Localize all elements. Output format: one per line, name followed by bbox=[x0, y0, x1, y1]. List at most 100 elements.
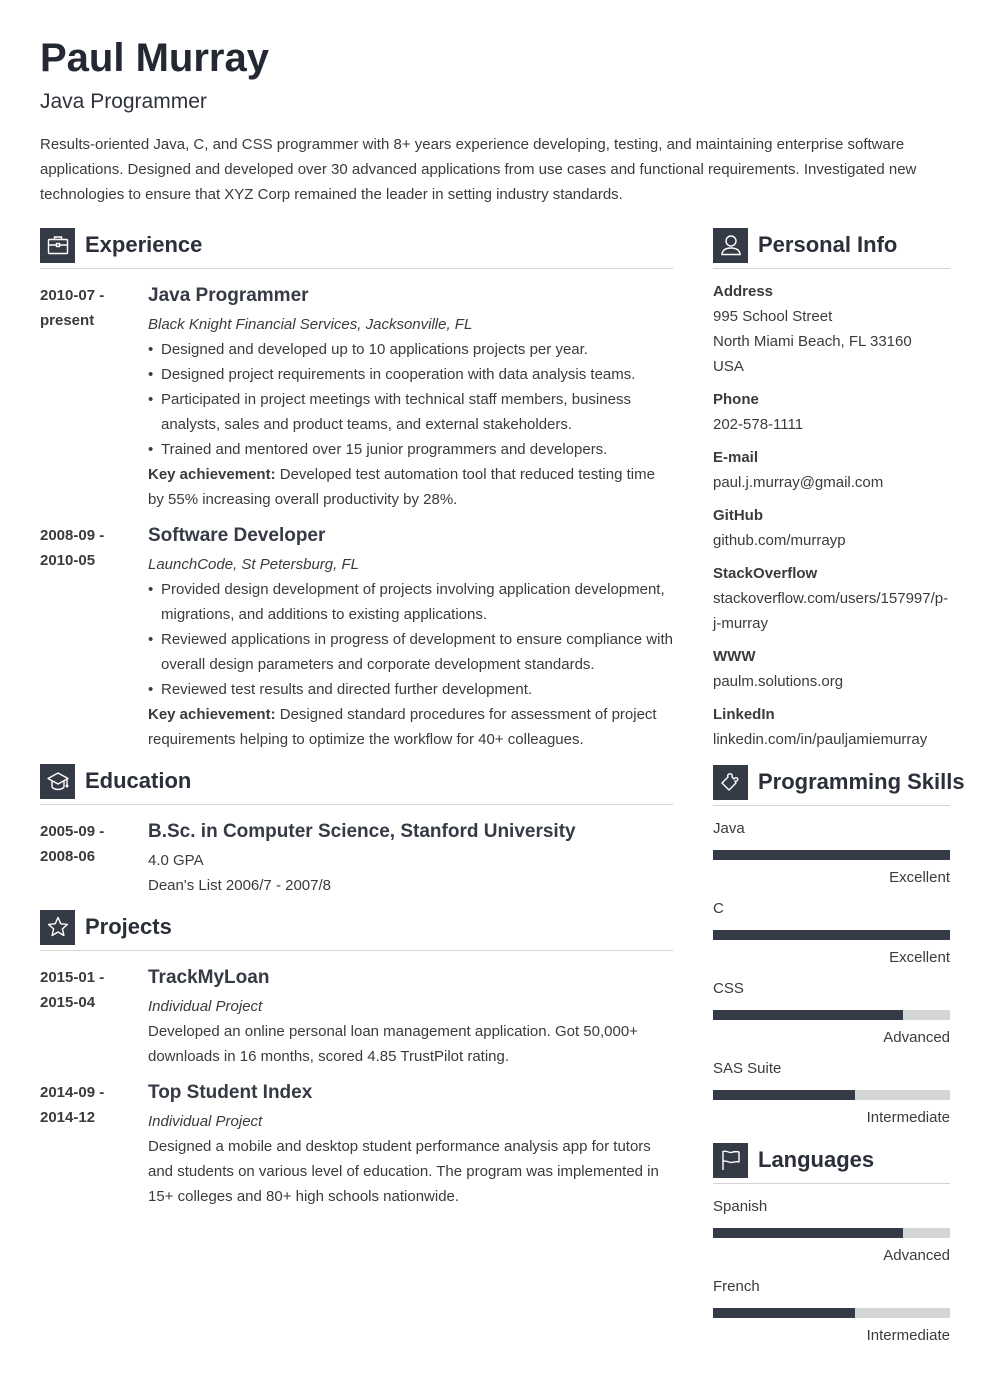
skill-level-label: Advanced bbox=[883, 1247, 950, 1264]
skill-level-label: Intermediate bbox=[866, 1109, 950, 1126]
info-value-www[interactable]: paulm.solutions.org bbox=[713, 669, 950, 694]
skill-name: SAS Suite bbox=[713, 1060, 782, 1077]
languages-title: Languages bbox=[758, 1147, 875, 1172]
briefcase-icon bbox=[40, 227, 75, 263]
user-icon bbox=[713, 227, 748, 263]
flag-icon bbox=[713, 1142, 748, 1178]
skill-name: French bbox=[713, 1278, 760, 1295]
project-type: Individual Project bbox=[148, 1113, 263, 1130]
info-value-address-line: USA bbox=[713, 358, 744, 375]
key-achievement-label: Key achievement: bbox=[148, 466, 276, 483]
education-title: Education bbox=[85, 768, 192, 793]
resume-job-title: Java Programmer bbox=[40, 90, 207, 113]
date-end: present bbox=[40, 312, 95, 329]
key-achievement-label: Key achievement: bbox=[148, 706, 276, 723]
projects-header: Projects bbox=[40, 909, 673, 951]
personal-info-title: Personal Info bbox=[758, 232, 898, 257]
skill-level-label: Intermediate bbox=[866, 1327, 950, 1344]
skill-name: Spanish bbox=[713, 1198, 768, 1215]
date-start: 2008-09 - bbox=[40, 527, 105, 544]
entry-body: B.Sc. in Computer Science, Stanford Univ… bbox=[148, 819, 673, 898]
skill-level-bar-fill bbox=[713, 930, 950, 940]
star-icon bbox=[40, 909, 75, 945]
skills-list: Java Excellent C Excellent CSS Advanced SAS Su… bbox=[713, 816, 950, 1130]
experience-entry: 2010-07 - present Java Programmer Black … bbox=[40, 283, 673, 512]
language-item: French Intermediate bbox=[713, 1274, 950, 1348]
info-value-github[interactable]: github.com/murrayp bbox=[713, 528, 950, 553]
info-value-phone: 202-578-1111 bbox=[713, 416, 804, 433]
programming-skills-section: Programming Skills Java Excellent C Excelle… bbox=[713, 764, 965, 1130]
skill-level-label: Advanced bbox=[883, 1029, 950, 1046]
skill-item: SAS Suite Intermediate bbox=[713, 1056, 950, 1130]
skill-level-bar bbox=[713, 1308, 950, 1318]
project-name: TrackMyLoan bbox=[148, 967, 270, 988]
skill-name: CSS bbox=[713, 980, 744, 997]
left-column: Experience 2010-07 - present Java Progra… bbox=[40, 227, 673, 1209]
date-start: 2014-09 - bbox=[40, 1084, 105, 1101]
bullet-item: Reviewed applications in progress of dev… bbox=[148, 627, 673, 677]
info-label-phone: Phone bbox=[713, 391, 759, 408]
entry-body: Top Student Index Individual Project Des… bbox=[148, 1080, 673, 1209]
info-label-email: E-mail bbox=[713, 449, 759, 466]
programming-skills-title: Programming Skills bbox=[758, 769, 965, 794]
entry-date: 2008-09 - 2010-05 bbox=[40, 523, 148, 752]
skill-level-bar bbox=[713, 1010, 950, 1020]
skill-level-bar bbox=[713, 1228, 950, 1238]
skill-item: C Excellent bbox=[713, 896, 950, 970]
entry-date: 2014-09 - 2014-12 bbox=[40, 1080, 148, 1209]
entry-body: TrackMyLoan Individual Project Developed… bbox=[148, 965, 673, 1069]
company: LaunchCode, St Petersburg, FL bbox=[148, 556, 359, 573]
resume-summary: Results-oriented Java, C, and CSS progra… bbox=[40, 136, 917, 203]
experience-entry: 2008-09 - 2010-05 Software Developer Lau… bbox=[40, 523, 673, 752]
skill-level-bar-fill bbox=[713, 1228, 903, 1238]
bullet-item: Designed and developed up to 10 applicat… bbox=[148, 337, 673, 362]
languages-list: Spanish Advanced French Intermediate bbox=[713, 1194, 950, 1348]
info-value-address-line: North Miami Beach, FL 33160 bbox=[713, 333, 912, 350]
info-value-stackoverflow[interactable]: stackoverflow.com/users/157997/p-j-murra… bbox=[713, 586, 950, 636]
bullet-item: Participated in project meetings with te… bbox=[148, 387, 673, 437]
bullet-item: Trained and mentored over 15 junior prog… bbox=[148, 437, 673, 462]
skill-level-bar bbox=[713, 1090, 950, 1100]
education-entry: 2005-09 - 2008-06 B.Sc. in Computer Scie… bbox=[40, 819, 673, 898]
bullet-item: Designed project requirements in coopera… bbox=[148, 362, 673, 387]
skill-level-bar-fill bbox=[713, 1308, 856, 1318]
skill-level-bar bbox=[713, 850, 950, 860]
project-description: Developed an online personal loan manage… bbox=[148, 1023, 638, 1065]
personal-info-list: Address 995 School Street North Miami Be… bbox=[713, 279, 950, 752]
skill-level-bar-fill bbox=[713, 1010, 903, 1020]
job-role: Java Programmer bbox=[148, 285, 309, 306]
project-entry: 2014-09 - 2014-12 Top Student Index Indi… bbox=[40, 1080, 673, 1209]
date-end: 2010-05 bbox=[40, 552, 96, 569]
projects-section: Projects 2015-01 - 2015-04 TrackMyLoan I… bbox=[40, 909, 673, 1209]
skill-name: C bbox=[713, 900, 724, 917]
company: Black Knight Financial Services, Jackson… bbox=[148, 316, 473, 333]
skill-level-bar-fill bbox=[713, 850, 950, 860]
entry-date: 2005-09 - 2008-06 bbox=[40, 819, 148, 898]
puzzle-icon bbox=[713, 764, 748, 800]
experience-title: Experience bbox=[85, 232, 203, 257]
skill-level-label: Excellent bbox=[889, 869, 950, 886]
bullet-item: Reviewed test results and directed furth… bbox=[148, 677, 673, 702]
project-name: Top Student Index bbox=[148, 1082, 313, 1103]
info-label-stackoverflow: StackOverflow bbox=[713, 565, 818, 582]
skill-item: CSS Advanced bbox=[713, 976, 950, 1050]
resume-name: Paul Murray bbox=[40, 36, 269, 80]
experience-header: Experience bbox=[40, 227, 673, 269]
date-start: 2010-07 - bbox=[40, 287, 105, 304]
programming-skills-header: Programming Skills bbox=[713, 764, 965, 806]
date-end: 2014-12 bbox=[40, 1109, 96, 1126]
languages-header: Languages bbox=[713, 1142, 950, 1184]
projects-title: Projects bbox=[85, 914, 172, 939]
info-label-linkedin: LinkedIn bbox=[713, 706, 775, 723]
education-detail: Dean's List 2006/7 - 2007/8 bbox=[148, 877, 331, 894]
info-value-email[interactable]: paul.j.murray@gmail.com bbox=[713, 470, 950, 495]
language-item: Spanish Advanced bbox=[713, 1194, 950, 1268]
info-value-address-line: 995 School Street bbox=[713, 308, 833, 325]
project-description: Designed a mobile and desktop student pe… bbox=[148, 1138, 659, 1205]
info-value-linkedin[interactable]: linkedin.com/in/pauljamiemurray bbox=[713, 727, 950, 752]
personal-info-header: Personal Info bbox=[713, 227, 950, 269]
date-end: 2008-06 bbox=[40, 848, 96, 865]
education-header: Education bbox=[40, 763, 673, 805]
info-label-github: GitHub bbox=[713, 507, 763, 524]
date-end: 2015-04 bbox=[40, 994, 96, 1011]
